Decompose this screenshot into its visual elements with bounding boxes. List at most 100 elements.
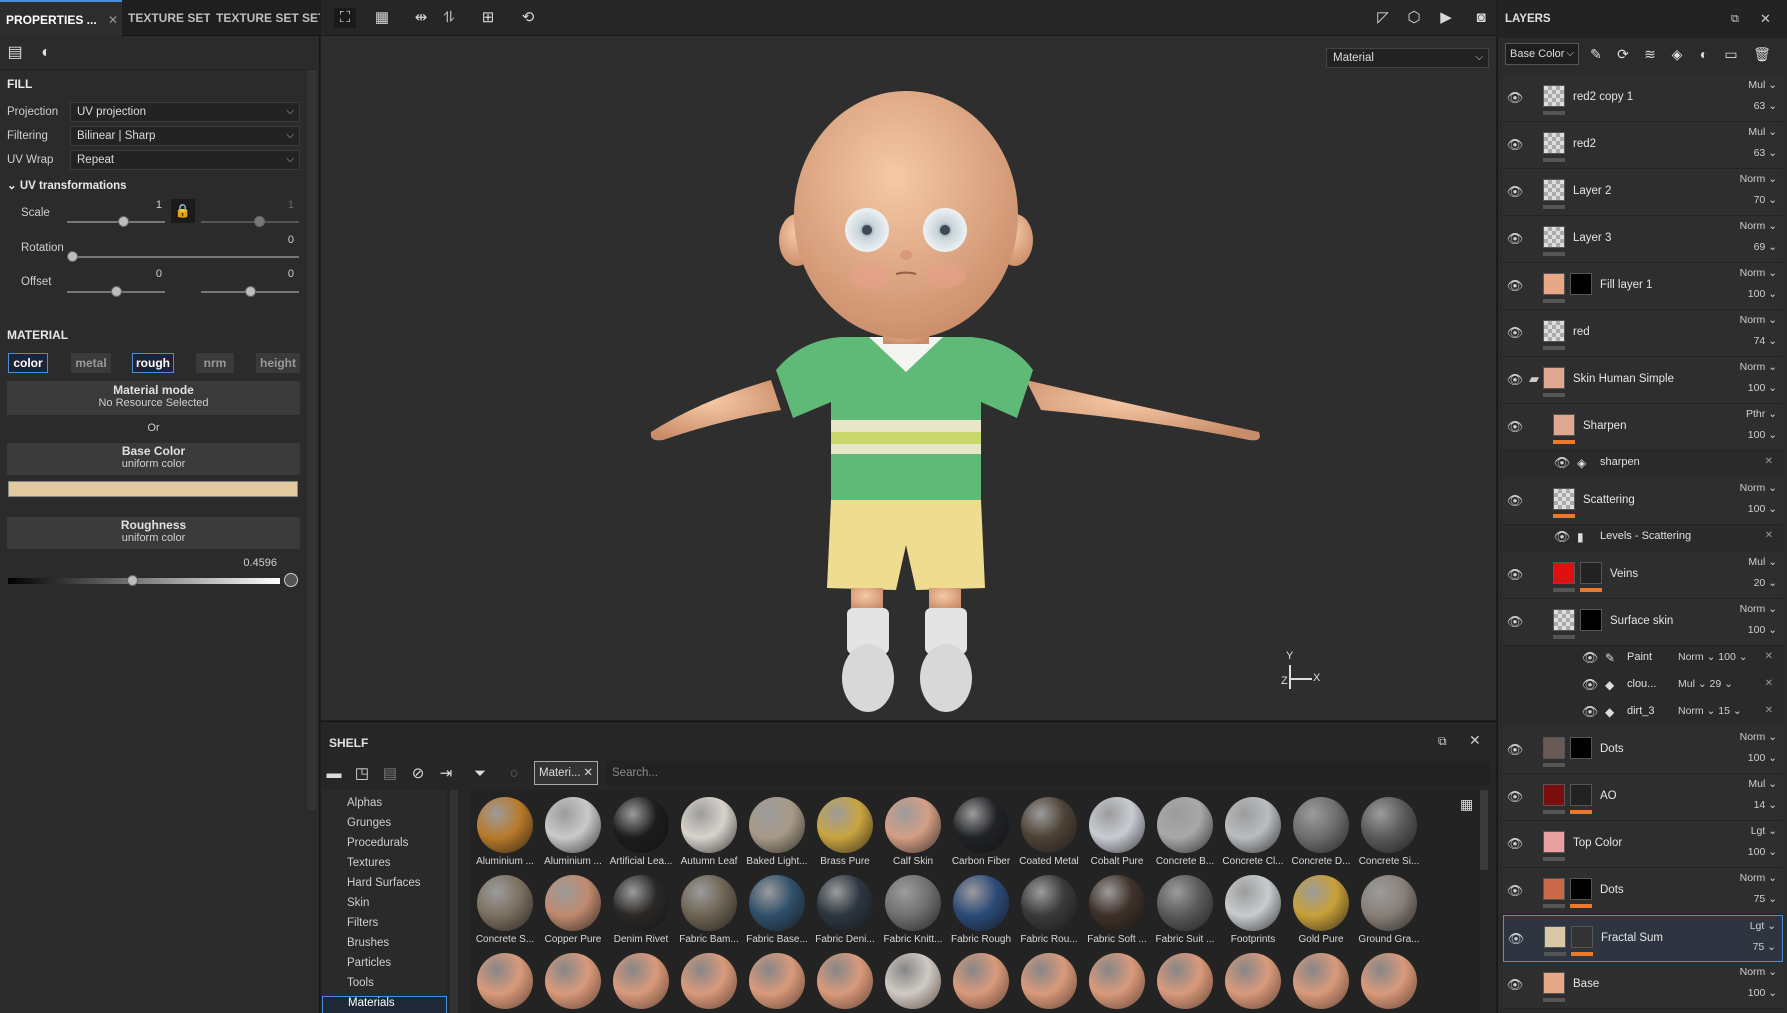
material-thumbnail[interactable]: Baked Light... [743,797,811,873]
layer-row[interactable]: 👁 Sharpen Pthr ⌄ 100 ⌄ [1503,404,1783,451]
visibility-eye-icon[interactable]: 👁 [1506,326,1524,340]
material-thumbnail[interactable]: Fabric Soft ... [1083,875,1151,951]
material-thumbnail[interactable] [539,953,607,1013]
layer-mask-thumbnail[interactable] [1570,878,1592,900]
layer-row[interactable]: 👁 red2 copy 1 Mul ⌄ 63 ⌄ [1503,75,1783,122]
3d-viewport[interactable]: Y X Z [321,0,1496,720]
viewport-channel-select[interactable]: Material ⌵ [1326,48,1489,68]
visibility-eye-icon[interactable]: 👁 [1507,932,1525,946]
layer-mask-thumbnail[interactable] [1580,609,1602,631]
material-thumbnail[interactable] [743,953,811,1013]
roughness-slider[interactable] [8,578,280,584]
layer-row[interactable]: 👁 Veins Mul ⌄ 20 ⌄ [1503,552,1783,599]
filter-icon[interactable]: ⏷ [470,764,490,784]
category-procedurals[interactable]: Procedurals [347,837,408,849]
visibility-eye-icon[interactable]: 👁 [1506,494,1524,508]
blend-mode-dropdown[interactable]: Lgt ⌄ [1750,920,1776,932]
material-thumbnail[interactable]: Gold Pure [1287,875,1355,951]
close-icon[interactable]: ✕ [1469,732,1481,749]
maximize-icon[interactable]: ⧉ [1438,734,1447,749]
layer-row[interactable]: 👁 Fill layer 1 Norm ⌄ 100 ⌄ [1503,263,1783,310]
opacity-value[interactable]: 14 ⌄ [1754,799,1777,811]
visibility-eye-icon[interactable]: 👁 [1553,530,1571,544]
mask-effect-row[interactable]: 👁 ◆ dirt_3 Norm ⌄ 15 ⌄ ✕ [1503,700,1783,724]
blend-mode-dropdown[interactable]: Pthr ⌄ [1746,408,1777,420]
close-icon[interactable]: ✕ [1765,678,1773,689]
material-thumbnail[interactable]: Artificial Lea... [607,797,675,873]
add-fill-icon[interactable]: ◈ [1667,44,1687,64]
material-thumbnail[interactable]: Fabric Rou... [1015,875,1083,951]
material-thumbnail[interactable] [947,953,1015,1013]
import-icon[interactable]: ⇥ [436,764,456,784]
close-icon[interactable]: ✕ [583,762,593,784]
rotation-slider[interactable] [67,256,299,258]
material-thumbnail[interactable]: Carbon Fiber [947,797,1015,873]
filtering-dropdown[interactable]: Bilinear | Sharp ⌵ [70,126,300,146]
material-thumbnail[interactable]: Fabric Bam... [675,875,743,951]
blend-mode-dropdown[interactable]: Norm ⌄ [1740,482,1777,494]
opacity-value[interactable]: 63 ⌄ [1754,100,1777,112]
channel-nrm-chip[interactable]: nrm [196,353,234,373]
material-thumbnail[interactable]: Coated Metal [1015,797,1083,873]
opacity-value[interactable]: 100 ⌄ [1748,429,1777,441]
blend-mode-dropdown[interactable]: Norm ⌄ [1740,603,1777,615]
layer-row[interactable]: 👁 Base Norm ⌄ 100 ⌄ [1503,962,1783,1009]
material-sphere-icon[interactable]: ◐ [36,44,56,62]
refresh-icon[interactable]: ○ [504,764,524,784]
opacity-value[interactable]: 100 ⌄ [1748,288,1777,300]
delete-icon[interactable]: 🗑 [1752,44,1772,64]
layer-row[interactable]: 👁 Scattering Norm ⌄ 100 ⌄ [1503,478,1783,525]
material-thumbnail[interactable] [675,953,743,1013]
frame-icon[interactable]: ⊞ [477,8,499,28]
tab-properties[interactable]: PROPERTIES ... ✕ [0,0,122,36]
category-hard-surfaces[interactable]: Hard Surfaces [347,877,421,889]
close-icon[interactable]: ✕ [1760,11,1771,27]
visibility-eye-icon[interactable]: 👁 [1506,420,1524,434]
blend-mode-dropdown[interactable]: Mul ⌄ [1748,556,1777,568]
blend-mode-dropdown[interactable]: Lgt ⌄ [1751,825,1777,837]
view-3d-icon[interactable]: ⬡ [1403,8,1425,28]
material-thumbnail[interactable]: Fabric Deni... [811,875,879,951]
opacity-value[interactable]: 75 ⌄ [1754,893,1777,905]
opacity-value[interactable]: 100 ⌄ [1748,624,1777,636]
uv-transformations-header[interactable]: ⌄ UV transformations [7,178,127,192]
material-thumbnail[interactable]: Calf Skin [879,797,947,873]
material-thumbnail[interactable]: Fabric Base... [743,875,811,951]
material-thumbnail[interactable] [1287,953,1355,1013]
material-thumbnail[interactable] [1219,953,1287,1013]
opacity-value[interactable]: 75 ⌄ [1753,941,1776,953]
material-thumbnail[interactable]: Denim Rivet [607,875,675,951]
blend-mode-dropdown[interactable]: Norm ⌄ [1740,173,1777,185]
layer-row[interactable]: 👁 Surface skin Norm ⌄ 100 ⌄ [1503,599,1783,646]
material-thumbnail[interactable] [1083,953,1151,1013]
layer-row[interactable]: 👁 red2 Mul ⌄ 63 ⌄ [1503,122,1783,169]
selection-mode-icon[interactable]: ⛶ [334,8,356,28]
channel-color-chip[interactable]: color [8,353,48,373]
history-icon[interactable]: ⟲ [517,8,539,28]
new-item-icon[interactable]: ◳ [352,764,372,784]
offset-slider-handle[interactable] [111,286,122,297]
add-folder-icon[interactable]: ▭ [1721,44,1741,64]
close-icon[interactable]: ✕ [1765,651,1773,662]
category-filters[interactable]: Filters [347,917,378,929]
opacity-value[interactable]: 69 ⌄ [1754,241,1777,253]
mask-effect-row[interactable]: 👁 ◆ clou... Mul ⌄ 29 ⌄ ✕ [1503,673,1783,697]
material-thumbnail[interactable]: Cobalt Pure [1083,797,1151,873]
lock-icon[interactable]: 🔒 [171,199,195,223]
material-thumbnail[interactable]: Footprints [1219,875,1287,951]
scale-slider[interactable] [67,221,165,223]
properties-scrollbar[interactable] [307,70,317,810]
material-thumbnail[interactable]: Aluminium ... [471,797,539,873]
material-thumbnail[interactable] [607,953,675,1013]
visibility-eye-icon[interactable]: 👁 [1506,373,1524,387]
visibility-eye-icon[interactable]: 👁 [1506,790,1524,804]
visibility-eye-icon[interactable]: 👁 [1506,185,1524,199]
color-picker-icon[interactable] [284,573,298,587]
add-effect-icon[interactable]: ✎ [1586,44,1606,64]
channel-metal-chip[interactable]: metal [71,353,111,373]
opacity-value[interactable]: 100 ⌄ [1748,987,1777,999]
visibility-eye-icon[interactable]: 👁 [1506,978,1524,992]
category-particles[interactable]: Particles [347,957,391,969]
layer-row[interactable]: 👁 Layer 2 Norm ⌄ 70 ⌄ [1503,169,1783,216]
layer-channel-select[interactable]: Base Color ⌵ [1505,43,1579,65]
